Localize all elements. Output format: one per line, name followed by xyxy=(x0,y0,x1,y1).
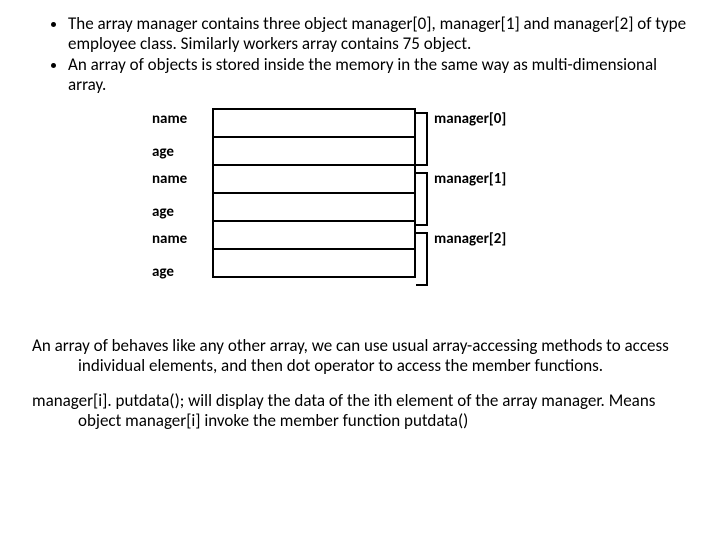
bullet-item: An array of objects is stored inside the… xyxy=(68,55,688,96)
memory-cell xyxy=(214,222,414,250)
index-label: manager[2] xyxy=(434,231,506,248)
paragraph: An array of behaves like any other array… xyxy=(32,336,688,375)
memory-cell xyxy=(214,138,414,166)
field-label: name xyxy=(152,111,208,128)
memory-diagram: name age name age name age manager[0] ma… xyxy=(152,108,652,318)
bullet-item: The array manager contains three object … xyxy=(68,14,688,55)
paragraph: manager[i]. putdata(); will display the … xyxy=(32,391,688,430)
slide-page: The array manager contains three object … xyxy=(0,0,720,430)
field-label: name xyxy=(152,171,208,188)
index-label: manager[1] xyxy=(434,171,506,188)
bullet-text: An array of objects is stored inside the… xyxy=(68,54,657,95)
field-label: name xyxy=(152,231,208,248)
memory-stack xyxy=(212,108,416,278)
field-label: age xyxy=(152,264,208,281)
brace-bracket xyxy=(416,172,428,226)
brace-bracket xyxy=(416,232,428,286)
memory-cell xyxy=(214,110,414,138)
brace-bracket xyxy=(416,112,428,166)
memory-cell xyxy=(214,250,414,278)
bullet-list: The array manager contains three object … xyxy=(32,14,688,96)
bullet-text: The array manager contains three object … xyxy=(68,13,686,54)
memory-cell xyxy=(214,194,414,222)
index-label: manager[0] xyxy=(434,111,506,128)
field-label: age xyxy=(152,204,208,221)
memory-cell xyxy=(214,166,414,194)
field-label: age xyxy=(152,144,208,161)
